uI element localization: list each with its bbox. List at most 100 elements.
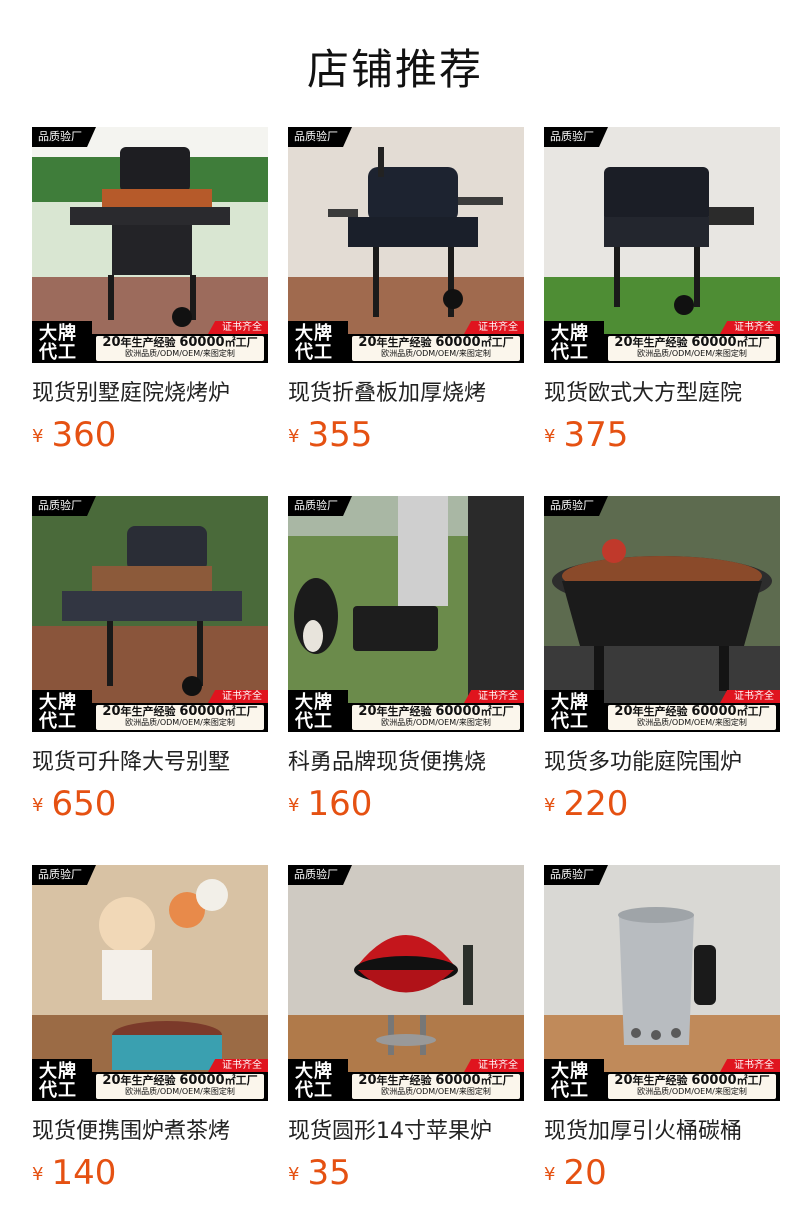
brand-oem-badge: 大牌 代工 — [544, 690, 604, 732]
price-value: 20 — [563, 1153, 607, 1193]
product-card-6[interactable]: 品质验厂 证书齐全 大牌 代工 20年生产经验 60000㎡工厂 欧洲品质/OD… — [544, 496, 780, 828]
product-price: ¥650 — [32, 784, 268, 828]
product-image[interactable]: 品质验厂 证书齐全 大牌 代工 20年生产经验 60000㎡工厂 欧洲品质/OD… — [32, 127, 268, 363]
brand-line-2: 代工 — [551, 711, 589, 732]
product-card-1[interactable]: 品质验厂 证书齐全 大牌 代工 20年生产经验 60000㎡工厂 欧洲品质/OD… — [32, 127, 268, 459]
currency-symbol: ¥ — [544, 1164, 556, 1185]
product-price: ¥355 — [288, 415, 524, 459]
product-card-7[interactable]: 品质验厂 证书齐全 大牌 代工 20年生产经验 60000㎡工厂 欧洲品质/OD… — [32, 865, 268, 1197]
area-text: ㎡工厂 — [224, 1074, 258, 1087]
price-value: 220 — [563, 784, 629, 824]
area-text: ㎡工厂 — [480, 1074, 514, 1087]
product-name[interactable]: 现货别墅庭院烧烤炉 — [32, 379, 268, 409]
years-text: 年生产经验 — [120, 705, 176, 718]
factory-info-strip: 20年生产经验 60000㎡工厂 欧洲品质/ODM/OEM/来图定制 — [92, 1072, 268, 1101]
currency-symbol: ¥ — [32, 426, 44, 447]
brand-line-2: 代工 — [295, 711, 333, 732]
brand-line-2: 代工 — [39, 342, 77, 363]
quality-factory-badge: 品质验厂 — [288, 127, 352, 147]
area-value: 60000 — [179, 1073, 225, 1088]
brand-oem-badge: 大牌 代工 — [544, 1059, 604, 1101]
product-card-8[interactable]: 品质验厂 证书齐全 大牌 代工 20年生产经验 60000㎡工厂 欧洲品质/OD… — [288, 865, 524, 1197]
product-image[interactable]: 品质验厂 证书齐全 大牌 代工 20年生产经验 60000㎡工厂 欧洲品质/OD… — [288, 127, 524, 363]
area-value: 60000 — [435, 704, 481, 719]
years-text: 年生产经验 — [376, 705, 432, 718]
currency-symbol: ¥ — [544, 795, 556, 816]
factory-info-strip: 20年生产经验 60000㎡工厂 欧洲品质/ODM/OEM/来图定制 — [92, 703, 268, 732]
area-text: ㎡工厂 — [480, 336, 514, 349]
factory-info-strip: 20年生产经验 60000㎡工厂 欧洲品质/ODM/OEM/来图定制 — [604, 1072, 780, 1101]
price-value: 360 — [51, 415, 117, 455]
brand-oem-badge: 大牌 代工 — [544, 321, 604, 363]
product-card-2[interactable]: 品质验厂 证书齐全 大牌 代工 20年生产经验 60000㎡工厂 欧洲品质/OD… — [288, 127, 524, 459]
area-text: ㎡工厂 — [736, 705, 770, 718]
cert-badge: 证书齐全 — [720, 321, 780, 334]
years-value: 20 — [102, 1073, 121, 1088]
price-value: 375 — [563, 415, 629, 455]
currency-symbol: ¥ — [288, 795, 300, 816]
cert-badge: 证书齐全 — [208, 690, 268, 703]
factory-info-strip: 20年生产经验 60000㎡工厂 欧洲品质/ODM/OEM/来图定制 — [604, 703, 780, 732]
brand-line-1: 大牌 — [39, 1061, 77, 1082]
quality-factory-badge: 品质验厂 — [32, 127, 96, 147]
quality-factory-badge: 品质验厂 — [32, 496, 96, 516]
brand-line-1: 大牌 — [551, 1061, 589, 1082]
services-text: 欧洲品质/ODM/OEM/来图定制 — [637, 1087, 747, 1096]
quality-factory-badge: 品质验厂 — [544, 865, 608, 885]
brand-line-1: 大牌 — [295, 1061, 333, 1082]
years-text: 年生产经验 — [632, 1074, 688, 1087]
product-image[interactable]: 品质验厂 证书齐全 大牌 代工 20年生产经验 60000㎡工厂 欧洲品质/OD… — [288, 496, 524, 732]
area-text: ㎡工厂 — [224, 336, 258, 349]
cert-badge: 证书齐全 — [464, 321, 524, 334]
brand-oem-badge: 大牌 代工 — [32, 1059, 92, 1101]
services-text: 欧洲品质/ODM/OEM/来图定制 — [381, 349, 491, 358]
brand-oem-badge: 大牌 代工 — [32, 690, 92, 732]
product-image[interactable]: 品质验厂 证书齐全 大牌 代工 20年生产经验 60000㎡工厂 欧洲品质/OD… — [288, 865, 524, 1101]
product-name[interactable]: 科勇品牌现货便携烧 — [288, 748, 524, 778]
brand-line-1: 大牌 — [551, 692, 589, 713]
product-name[interactable]: 现货加厚引火桶碳桶 — [544, 1117, 780, 1147]
factory-info-strip: 20年生产经验 60000㎡工厂 欧洲品质/ODM/OEM/来图定制 — [348, 703, 524, 732]
product-card-4[interactable]: 品质验厂 证书齐全 大牌 代工 20年生产经验 60000㎡工厂 欧洲品质/OD… — [32, 496, 268, 828]
product-price: ¥360 — [32, 415, 268, 459]
years-text: 年生产经验 — [376, 1074, 432, 1087]
product-name[interactable]: 现货多功能庭院围炉 — [544, 748, 780, 778]
price-value: 160 — [307, 784, 373, 824]
brand-line-2: 代工 — [551, 342, 589, 363]
product-image[interactable]: 品质验厂 证书齐全 大牌 代工 20年生产经验 60000㎡工厂 欧洲品质/OD… — [544, 496, 780, 732]
area-value: 60000 — [179, 704, 225, 719]
product-name[interactable]: 现货欧式大方型庭院 — [544, 379, 780, 409]
product-name[interactable]: 现货折叠板加厚烧烤 — [288, 379, 524, 409]
area-text: ㎡工厂 — [736, 1074, 770, 1087]
currency-symbol: ¥ — [32, 795, 44, 816]
currency-symbol: ¥ — [544, 426, 556, 447]
product-price: ¥35 — [288, 1153, 524, 1197]
product-card-3[interactable]: 品质验厂 证书齐全 大牌 代工 20年生产经验 60000㎡工厂 欧洲品质/OD… — [544, 127, 780, 459]
area-text: ㎡工厂 — [736, 336, 770, 349]
product-image[interactable]: 品质验厂 证书齐全 大牌 代工 20年生产经验 60000㎡工厂 欧洲品质/OD… — [544, 127, 780, 363]
product-image[interactable]: 品质验厂 证书齐全 大牌 代工 20年生产经验 60000㎡工厂 欧洲品质/OD… — [544, 865, 780, 1101]
years-value: 20 — [102, 704, 121, 719]
area-value: 60000 — [691, 335, 737, 350]
cert-badge: 证书齐全 — [208, 1059, 268, 1072]
product-name[interactable]: 现货圆形14寸苹果炉 — [288, 1117, 524, 1147]
cert-badge: 证书齐全 — [720, 690, 780, 703]
product-image[interactable]: 品质验厂 证书齐全 大牌 代工 20年生产经验 60000㎡工厂 欧洲品质/OD… — [32, 496, 268, 732]
product-card-5[interactable]: 品质验厂 证书齐全 大牌 代工 20年生产经验 60000㎡工厂 欧洲品质/OD… — [288, 496, 524, 828]
product-name[interactable]: 现货可升降大号别墅 — [32, 748, 268, 778]
brand-oem-badge: 大牌 代工 — [288, 321, 348, 363]
price-value: 35 — [307, 1153, 351, 1193]
services-text: 欧洲品质/ODM/OEM/来图定制 — [637, 349, 747, 358]
brand-oem-badge: 大牌 代工 — [32, 321, 92, 363]
years-text: 年生产经验 — [120, 1074, 176, 1087]
price-value: 355 — [307, 415, 373, 455]
product-image[interactable]: 品质验厂 证书齐全 大牌 代工 20年生产经验 60000㎡工厂 欧洲品质/OD… — [32, 865, 268, 1101]
product-card-9[interactable]: 品质验厂 证书齐全 大牌 代工 20年生产经验 60000㎡工厂 欧洲品质/OD… — [544, 865, 780, 1197]
product-price: ¥20 — [544, 1153, 780, 1197]
years-text: 年生产经验 — [632, 705, 688, 718]
brand-line-1: 大牌 — [295, 323, 333, 344]
product-name[interactable]: 现货便携围炉煮茶烤 — [32, 1117, 268, 1147]
product-price: ¥140 — [32, 1153, 268, 1197]
quality-factory-badge: 品质验厂 — [288, 496, 352, 516]
services-text: 欧洲品质/ODM/OEM/来图定制 — [125, 349, 235, 358]
